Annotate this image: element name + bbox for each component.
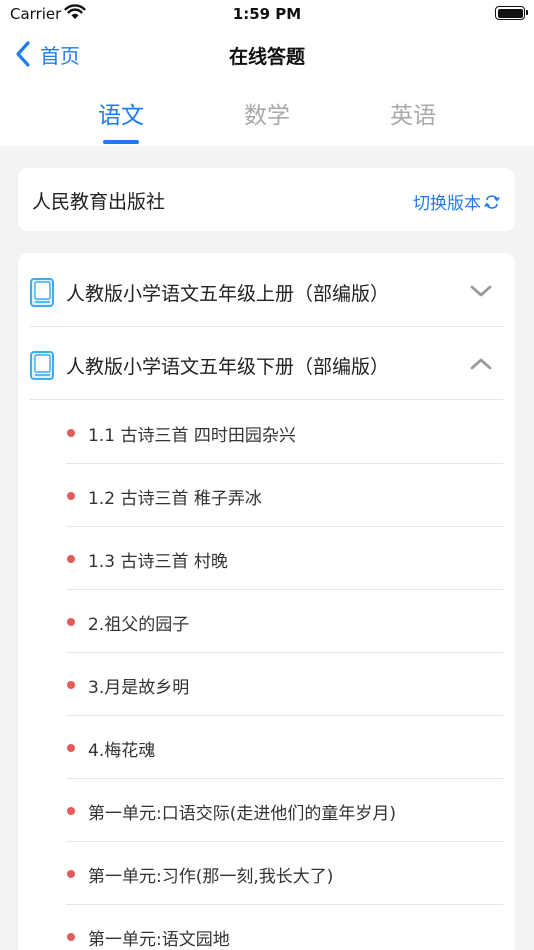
lesson-title: 第一单元:语文园地 <box>88 930 230 950</box>
book-list: 人教版小学语文五年级上册（部编版） 人教版小学语文五年级下册（部编版） 1.1 … <box>18 253 515 950</box>
list-item[interactable]: 1.1 古诗三首 四时田园杂兴 <box>66 401 503 464</box>
bullet-dot <box>67 807 75 815</box>
bullet-dot <box>67 618 75 626</box>
lesson-title: 2.祖父的园子 <box>88 615 190 635</box>
book-row-volume-1[interactable]: 人教版小学语文五年级上册（部编版） <box>30 255 503 327</box>
list-item[interactable]: 4.梅花魂 <box>66 716 503 779</box>
tab-english[interactable]: 英语 <box>363 96 463 130</box>
bullet-dot <box>67 933 75 941</box>
tab-label: 英语 <box>390 103 436 129</box>
bullet-dot <box>67 555 75 563</box>
bullet-dot <box>67 870 75 878</box>
lesson-list: 1.1 古诗三首 四时田园杂兴 1.2 古诗三首 稚子弄冰 1.3 古诗三首 村… <box>66 401 503 950</box>
status-bar: Carrier 1:59 PM <box>0 0 534 28</box>
lesson-title: 第一单元:口语交际(走进他们的童年岁月) <box>88 804 396 824</box>
bullet-dot <box>67 429 75 437</box>
lesson-title: 1.3 古诗三首 村晚 <box>88 552 228 572</box>
bullet-dot <box>67 744 75 752</box>
book-title: 人教版小学语文五年级上册（部编版） <box>66 283 390 305</box>
book-title: 人教版小学语文五年级下册（部编版） <box>66 356 390 378</box>
switch-version-button[interactable]: 切换版本 <box>413 189 501 214</box>
tab-active-indicator <box>103 140 139 144</box>
list-item[interactable]: 第一单元:习作(那一刻,我长大了) <box>66 842 503 905</box>
lesson-title: 1.2 古诗三首 稚子弄冰 <box>88 489 262 509</box>
list-item[interactable]: 1.2 古诗三首 稚子弄冰 <box>66 464 503 527</box>
switch-version-label: 切换版本 <box>413 194 481 214</box>
chevron-down-icon[interactable] <box>469 283 493 299</box>
list-item[interactable]: 第一单元:语文园地 <box>66 905 503 950</box>
bullet-dot <box>67 681 75 689</box>
book-icon <box>30 278 54 307</box>
publisher-name: 人民教育出版社 <box>32 191 166 213</box>
list-item[interactable]: 第一单元:口语交际(走进他们的童年岁月) <box>66 779 503 842</box>
lesson-title: 第一单元:习作(那一刻,我长大了) <box>88 867 334 887</box>
publisher-card: 人民教育出版社 切换版本 <box>18 168 515 231</box>
refresh-icon <box>484 194 500 209</box>
lesson-title: 3.月是故乡明 <box>88 678 190 698</box>
lesson-title: 4.梅花魂 <box>88 741 156 761</box>
lesson-title: 1.1 古诗三首 四时田园杂兴 <box>88 426 296 446</box>
book-row-volume-2[interactable]: 人教版小学语文五年级下册（部编版） <box>30 328 503 400</box>
list-item[interactable]: 3.月是故乡明 <box>66 653 503 716</box>
tab-label: 语文 <box>98 103 144 129</box>
subject-tabs: 语文 数学 英语 <box>0 96 534 146</box>
book-icon <box>30 351 54 380</box>
battery-icon <box>495 6 528 20</box>
header-area: Carrier 1:59 PM 首页 在线答题 语文 数学 英语 <box>0 0 534 146</box>
tab-label: 数学 <box>244 103 290 129</box>
tab-chinese[interactable]: 语文 <box>71 96 171 144</box>
chevron-up-icon[interactable] <box>469 356 493 372</box>
status-time: 1:59 PM <box>232 5 302 23</box>
bullet-dot <box>67 492 75 500</box>
tab-math[interactable]: 数学 <box>217 96 317 130</box>
list-item[interactable]: 1.3 古诗三首 村晚 <box>66 527 503 590</box>
page-title: 在线答题 <box>228 46 305 68</box>
list-item[interactable]: 2.祖父的园子 <box>66 590 503 653</box>
